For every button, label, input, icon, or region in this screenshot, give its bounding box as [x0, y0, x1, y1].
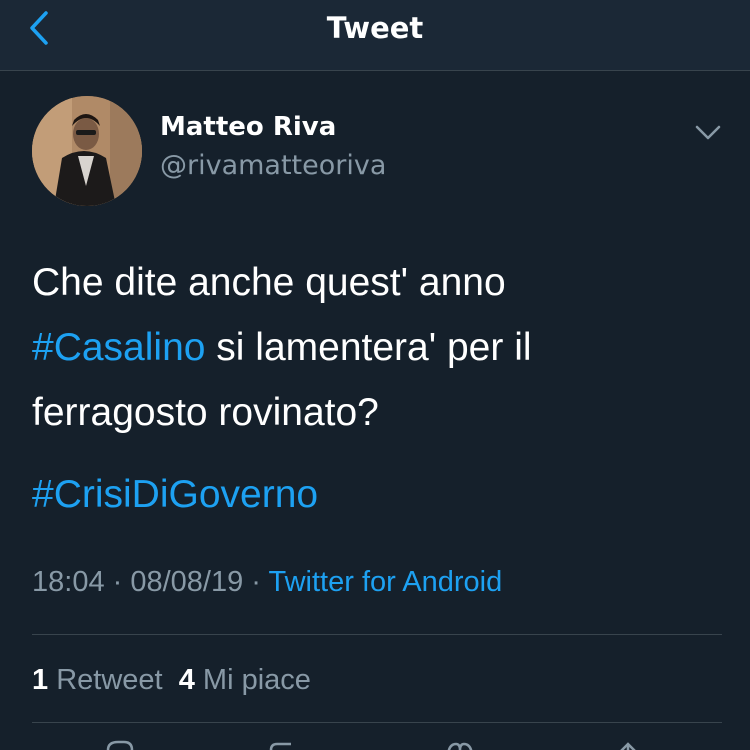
action-bar: [0, 738, 750, 750]
likes-stat[interactable]: 4 Mi piace: [179, 664, 311, 696]
divider: [32, 722, 722, 723]
tweet-text: Che dite anche quest' anno #Casalino si …: [32, 250, 722, 527]
avatar[interactable]: [32, 96, 142, 206]
tweet-text-line: ferragosto rovinato?: [32, 391, 379, 434]
reply-icon: [106, 740, 134, 750]
tweet-detail-screen: Tweet Matteo Riva @rivamatteoriva Che di…: [0, 0, 750, 750]
tweet-time: 18:04: [32, 566, 105, 598]
meta-separator: ·: [104, 566, 131, 598]
heart-icon: [447, 742, 473, 750]
tweet-date: 08/08/19: [130, 566, 244, 598]
page-title: Tweet: [326, 11, 424, 45]
retweet-button[interactable]: [265, 738, 305, 750]
chevron-down-icon: [695, 125, 721, 140]
meta-separator: ·: [243, 566, 269, 598]
share-icon: [620, 742, 636, 750]
retweet-icon: [269, 742, 291, 750]
retweets-count: 1: [32, 664, 49, 696]
tweet-text-fragment: si lamentera' per il: [205, 326, 532, 369]
author-handle[interactable]: @rivamatteoriva: [160, 148, 386, 184]
tweet-text-line: #Casalino si lamentera' per il: [32, 315, 722, 380]
tweet-metadata: 18:04 · 08/08/19 · Twitter for Android: [32, 562, 502, 602]
navigation-bar: Tweet: [0, 0, 750, 71]
divider: [32, 634, 722, 635]
hashtag-link[interactable]: #Casalino: [32, 326, 205, 369]
tweet-source-link[interactable]: Twitter for Android: [269, 566, 503, 598]
reply-button[interactable]: [100, 738, 140, 750]
engagement-stats: 1 Retweet 4 Mi piace: [32, 660, 311, 700]
retweets-stat[interactable]: 1 Retweet: [32, 664, 163, 696]
like-button[interactable]: [440, 738, 480, 750]
likes-label: Mi piace: [202, 664, 311, 696]
author-name[interactable]: Matteo Riva: [160, 110, 336, 144]
share-button[interactable]: [608, 738, 648, 750]
profile-photo: [32, 96, 142, 206]
tweet-text-line: Che dite anche quest' anno: [32, 261, 506, 304]
hashtag-link[interactable]: #CrisiDiGoverno: [32, 473, 318, 516]
more-options-button[interactable]: [692, 118, 724, 146]
tweet-text-line: #CrisiDiGoverno: [32, 462, 722, 527]
likes-count: 4: [178, 664, 195, 696]
retweets-label: Retweet: [56, 664, 163, 696]
